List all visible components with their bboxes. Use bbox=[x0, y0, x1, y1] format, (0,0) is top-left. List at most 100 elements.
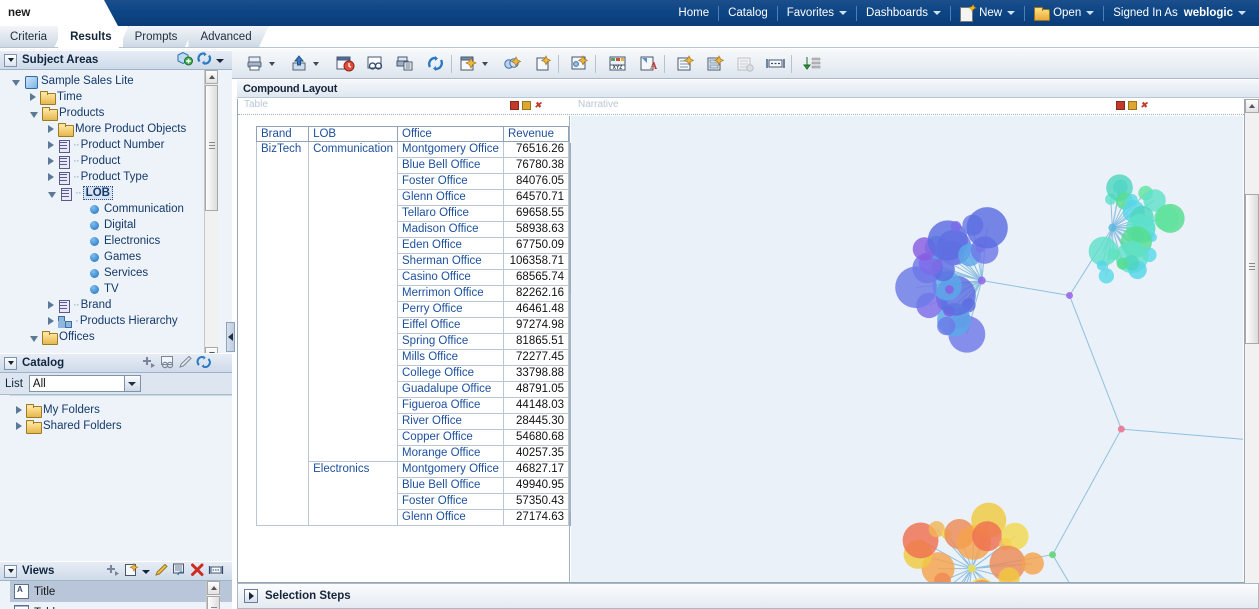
tree-node-product-number[interactable]: ·· Product Number bbox=[0, 137, 218, 153]
duplicate-icon[interactable] bbox=[172, 563, 187, 580]
cell-revenue[interactable]: 58938.63 bbox=[502, 221, 570, 238]
cell-revenue[interactable]: 46827.17 bbox=[502, 461, 570, 478]
graph-node[interactable] bbox=[1096, 260, 1107, 271]
delete-view-icon[interactable] bbox=[510, 101, 519, 110]
cell-revenue[interactable]: 44148.03 bbox=[502, 397, 570, 414]
tree-node-communication[interactable]: Communication bbox=[0, 201, 218, 217]
cell-revenue[interactable]: 64570.71 bbox=[502, 189, 570, 206]
signed-in-as[interactable]: Signed In As weblogic bbox=[1104, 0, 1255, 26]
edit-view-icon[interactable] bbox=[522, 101, 531, 110]
cell-revenue[interactable]: 67750.09 bbox=[502, 237, 570, 254]
cell-revenue[interactable]: 72277.45 bbox=[502, 349, 570, 366]
column-header-lob[interactable]: LOB bbox=[308, 126, 398, 142]
collapse-catalog-icon[interactable] bbox=[4, 356, 17, 370]
cell-revenue[interactable]: 82262.16 bbox=[502, 285, 570, 302]
cell-revenue[interactable]: 69658.55 bbox=[502, 205, 570, 222]
collapse-views-icon[interactable] bbox=[4, 564, 17, 578]
graph-node[interactable] bbox=[1021, 552, 1044, 575]
workspace-tab-new[interactable]: new bbox=[0, 0, 118, 26]
cell-lob[interactable]: Electronics bbox=[308, 461, 398, 526]
tab-prompts[interactable]: Prompts bbox=[123, 26, 195, 48]
new-view-icon[interactable] bbox=[457, 53, 479, 75]
graph-node[interactable] bbox=[972, 521, 1003, 552]
cell-office[interactable]: Blue Bell Office bbox=[397, 157, 504, 174]
cell-office[interactable]: Merrimon Office bbox=[397, 285, 504, 302]
tree-node-digital[interactable]: Digital bbox=[0, 217, 218, 233]
export-dropdown-icon[interactable] bbox=[310, 53, 322, 75]
nav-favorites[interactable]: Favorites bbox=[778, 0, 856, 26]
graph-node[interactable] bbox=[1116, 257, 1129, 270]
graph-junction-node[interactable] bbox=[1066, 291, 1073, 299]
close-view-icon[interactable]: ✖ bbox=[1140, 101, 1149, 110]
subject-areas-scrollbar[interactable] bbox=[204, 70, 218, 361]
table-row[interactable]: BizTech Communication Montgomery Office 765… bbox=[255, 141, 570, 526]
tree-node-sample-sales-lite[interactable]: Sample Sales Lite bbox=[0, 73, 218, 89]
rename-icon[interactable] bbox=[208, 563, 224, 580]
scroll-thumb[interactable] bbox=[207, 596, 220, 609]
tree-node-games[interactable]: Games bbox=[0, 249, 218, 265]
expand-toggle-icon[interactable] bbox=[48, 157, 54, 165]
tree-node-electronics[interactable]: Electronics bbox=[0, 233, 218, 249]
collapse-subject-areas-icon[interactable] bbox=[4, 53, 17, 67]
panel-splitter-handle[interactable] bbox=[226, 322, 235, 352]
new-group-icon[interactable] bbox=[704, 53, 726, 75]
selection-steps-bar[interactable]: Selection Steps bbox=[237, 583, 1259, 609]
column-header-office[interactable]: Office bbox=[397, 126, 504, 142]
tree-node-products-hierarchy[interactable]: · Products Hierarchy bbox=[0, 313, 218, 329]
edit-view-icon[interactable] bbox=[1128, 101, 1137, 110]
expand-toggle-icon[interactable] bbox=[48, 141, 54, 149]
xyz-values-icon[interactable]: XYZ bbox=[607, 53, 629, 75]
cell-office[interactable]: College Office bbox=[397, 365, 504, 382]
cell-lob[interactable]: Communication bbox=[308, 141, 398, 462]
cell-revenue[interactable]: 57350.43 bbox=[502, 493, 570, 510]
cell-revenue[interactable]: 81865.51 bbox=[502, 333, 570, 350]
cell-office[interactable]: Montgomery Office bbox=[397, 461, 504, 478]
cell-revenue[interactable]: 46461.48 bbox=[502, 301, 570, 318]
cell-office[interactable]: Spring Office bbox=[397, 333, 504, 350]
expand-toggle-icon[interactable] bbox=[30, 111, 38, 118]
edit-properties-icon[interactable] bbox=[764, 53, 786, 75]
tree-node-products[interactable]: Products bbox=[0, 105, 218, 121]
nav-dashboards[interactable]: Dashboards bbox=[857, 0, 950, 26]
compound-layout-scrollbar[interactable] bbox=[1244, 99, 1259, 583]
cell-revenue[interactable]: 33798.88 bbox=[502, 365, 570, 382]
cell-office[interactable]: Perry Office bbox=[397, 301, 504, 318]
chevron-down-icon[interactable] bbox=[123, 376, 140, 391]
edit-view-icon[interactable] bbox=[531, 53, 553, 75]
graph-node[interactable] bbox=[1098, 268, 1115, 284]
edit-icon[interactable] bbox=[154, 563, 169, 580]
cell-office[interactable]: Figueroa Office bbox=[397, 397, 504, 414]
print-icon[interactable] bbox=[244, 53, 266, 75]
schedule-icon[interactable] bbox=[334, 53, 356, 75]
expand-toggle-icon[interactable] bbox=[16, 406, 22, 414]
views-scrollbar[interactable] bbox=[206, 581, 220, 609]
scroll-thumb[interactable] bbox=[205, 85, 218, 211]
graph-junction-node[interactable] bbox=[1117, 425, 1125, 433]
scroll-thumb[interactable] bbox=[1245, 194, 1259, 344]
graph-node[interactable] bbox=[966, 207, 1008, 249]
remove-group-icon[interactable] bbox=[734, 53, 756, 75]
add-icon[interactable] bbox=[106, 563, 121, 580]
cell-office[interactable]: Eiffel Office bbox=[397, 317, 504, 334]
compound-layout-icon[interactable] bbox=[501, 53, 523, 75]
cell-revenue[interactable]: 54680.68 bbox=[502, 429, 570, 446]
expand-selection-steps-icon[interactable] bbox=[244, 589, 258, 603]
tree-node-brand[interactable]: ·· Brand bbox=[0, 297, 218, 313]
cell-office[interactable]: Blue Bell Office bbox=[397, 477, 504, 494]
cell-office[interactable]: Sherman Office bbox=[397, 253, 504, 270]
cell-revenue[interactable]: 40257.35 bbox=[502, 445, 570, 462]
scroll-up-button[interactable] bbox=[1245, 99, 1259, 113]
refresh-icon[interactable] bbox=[196, 355, 212, 372]
refresh-icon[interactable] bbox=[424, 53, 446, 75]
view-item-table[interactable]: Table bbox=[10, 602, 232, 609]
cell-office[interactable]: Morange Office bbox=[397, 445, 504, 462]
tree-node-product-type[interactable]: ·· Product Type bbox=[0, 169, 218, 185]
nav-home[interactable]: Home bbox=[669, 0, 718, 26]
nav-new[interactable]: New bbox=[951, 0, 1024, 26]
cell-revenue[interactable]: 27174.63 bbox=[502, 509, 570, 526]
insert-view-icon[interactable] bbox=[568, 53, 590, 75]
cell-revenue[interactable]: 97274.98 bbox=[502, 317, 570, 334]
cell-office[interactable]: Montgomery Office bbox=[397, 141, 504, 158]
graph-node[interactable] bbox=[1154, 206, 1179, 231]
delete-view-icon[interactable] bbox=[1116, 101, 1125, 110]
